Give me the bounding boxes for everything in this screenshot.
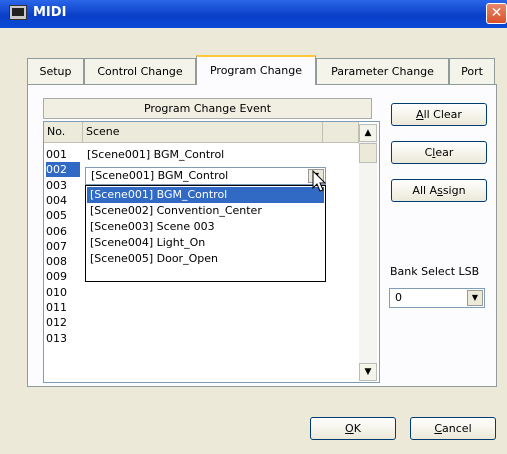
bank-select-lsb-value: 0 — [395, 291, 402, 304]
all-clear-button[interactable]: All Clear — [391, 103, 487, 126]
table-row-no[interactable]: 003 — [46, 178, 80, 193]
scene-dropdown-list[interactable]: [Scene001] BGM_Control [Scene002] Conven… — [85, 185, 326, 282]
table-row-no[interactable]: 009 — [46, 269, 80, 284]
tab-port[interactable]: Port — [449, 58, 495, 84]
all-assign-button[interactable]: All Assign — [391, 179, 487, 202]
tab-program-change[interactable]: Program Change — [196, 55, 316, 85]
tab-parameter-change[interactable]: Parameter Change — [316, 58, 449, 84]
table-row-no[interactable]: 010 — [46, 285, 80, 300]
scene-combo-value: [Scene001] BGM_Control — [91, 169, 229, 182]
midi-app-icon — [9, 5, 27, 20]
cancel-button[interactable]: Cancel — [410, 417, 496, 440]
table-row-no[interactable]: 011 — [46, 300, 80, 315]
table-row-no[interactable]: 004 — [46, 193, 80, 208]
midi-dialog: MIDI ✕ Setup Control Change Program Chan… — [0, 0, 507, 454]
dropdown-option[interactable]: [Scene005] Door_Open — [87, 251, 324, 267]
tab-setup[interactable]: Setup — [27, 58, 84, 84]
chevron-down-icon[interactable]: ▼ — [467, 290, 483, 306]
table-row-no[interactable]: 013 — [46, 331, 80, 346]
ok-button[interactable]: OK — [310, 417, 396, 440]
mouse-cursor-icon — [312, 170, 327, 192]
table-row-no[interactable]: 005 — [46, 208, 80, 223]
clear-button[interactable]: Clear — [391, 141, 487, 164]
close-button[interactable]: ✕ — [486, 3, 507, 24]
scene-combo[interactable]: [Scene001] BGM_Control ▼ — [85, 167, 326, 185]
table-row-scene[interactable]: [Scene001] BGM_Control — [87, 147, 224, 162]
window-title: MIDI — [33, 5, 67, 20]
table-row-no[interactable]: 001 — [46, 147, 80, 162]
table-row-no[interactable]: 002 — [46, 162, 80, 178]
column-header-scene[interactable]: Scene — [83, 122, 323, 143]
scroll-down-icon[interactable]: ▼ — [359, 363, 377, 381]
bank-select-lsb-label: Bank Select LSB — [390, 265, 480, 278]
tab-control-change[interactable]: Control Change — [84, 58, 196, 84]
dropdown-option[interactable]: [Scene001] BGM_Control — [87, 187, 324, 203]
scroll-thumb[interactable] — [359, 143, 377, 163]
column-header-no[interactable]: No. — [44, 122, 83, 143]
table-row-no[interactable]: 006 — [46, 224, 80, 239]
program-change-event-header: Program Change Event — [43, 98, 372, 119]
table-row-no[interactable]: 008 — [46, 254, 80, 269]
dropdown-option[interactable]: [Scene002] Convention_Center — [87, 203, 324, 219]
table-row-no[interactable]: 012 — [46, 315, 80, 330]
title-bar[interactable]: MIDI ✕ — [0, 0, 507, 28]
dropdown-option[interactable]: [Scene004] Light_On — [87, 235, 324, 251]
column-header-filler — [323, 122, 359, 143]
scroll-up-icon[interactable]: ▲ — [359, 124, 377, 142]
dropdown-option[interactable]: [Scene003] Scene 003 — [87, 219, 324, 235]
list-scrollbar[interactable]: ▲ ▼ — [359, 124, 377, 381]
bank-select-lsb-combo[interactable]: 0 ▼ — [389, 288, 485, 308]
table-row-no[interactable]: 007 — [46, 239, 80, 254]
